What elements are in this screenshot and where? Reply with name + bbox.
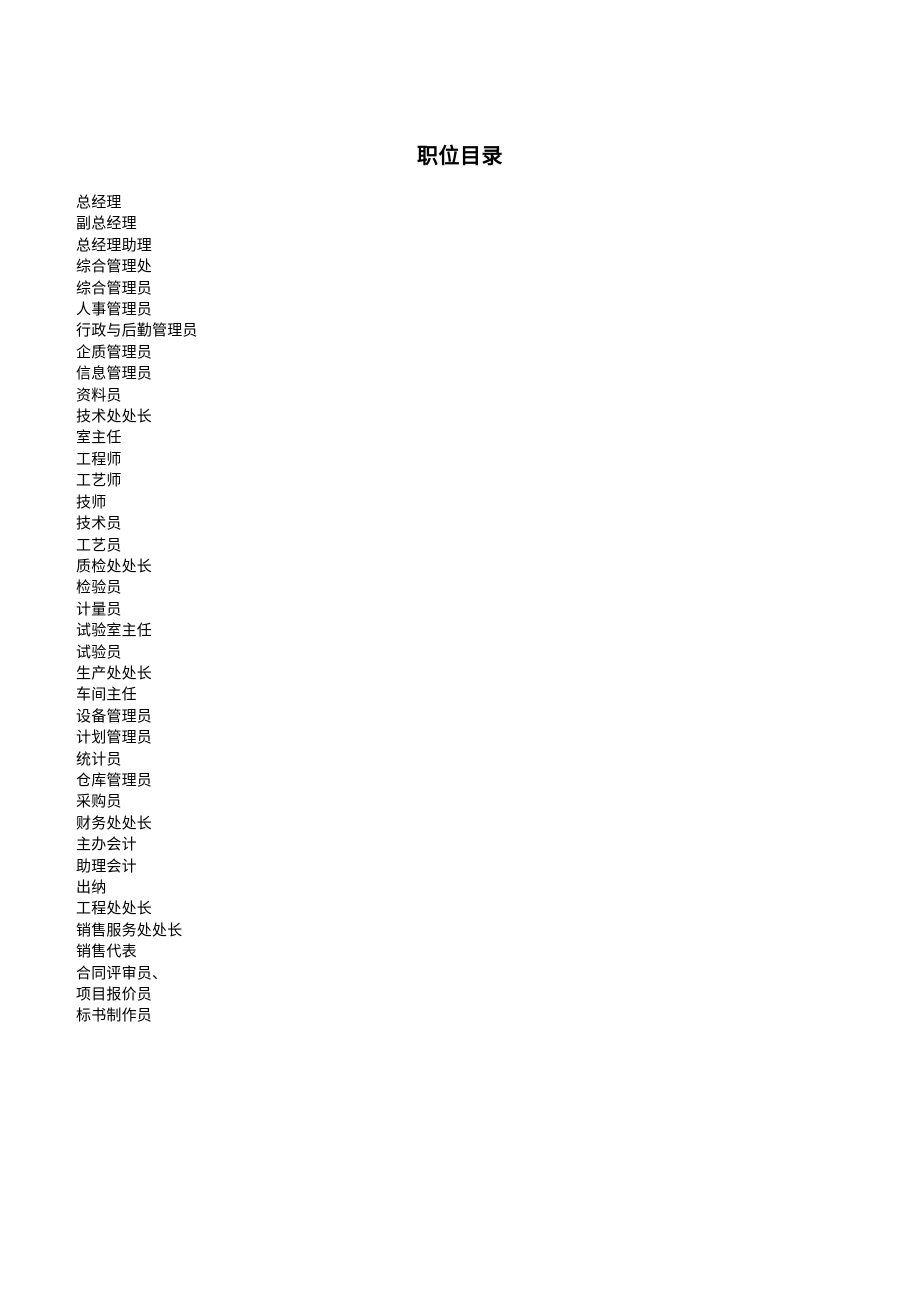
list-item: 总经理 — [76, 193, 122, 211]
list-item: 人事管理员 — [76, 300, 153, 319]
list-item: 检验员 — [76, 578, 122, 597]
list-item: 质检处处长 — [76, 556, 153, 575]
list-item: 计划管理员 — [76, 728, 153, 747]
list-item: 主办会计 — [76, 835, 137, 854]
list-item: 销售代表 — [76, 942, 137, 961]
list-item: 销售服务处处长 — [76, 920, 183, 939]
list-item: 项目报价员 — [76, 985, 153, 1004]
list-item: 设备管理员 — [76, 706, 153, 725]
list-item: 副总经理 — [76, 214, 137, 233]
list-item: 标书制作员 — [76, 1006, 153, 1025]
list-item: 室主任 — [76, 428, 122, 447]
list-item: 企质管理员 — [76, 342, 153, 361]
list-item: 试验室主任 — [76, 621, 153, 640]
list-item: 车间主任 — [76, 685, 137, 704]
list-item: 技师 — [76, 492, 107, 511]
list-item: 计量员 — [76, 599, 122, 618]
list-item: 工艺师 — [76, 471, 122, 490]
list-item: 资料员 — [76, 385, 122, 404]
list-item: 采购员 — [76, 792, 122, 811]
list-item: 合同评审员、 — [76, 963, 168, 982]
document-page: 职位目录 总经理副总经理总经理助理综合管理处综合管理员人事管理员行政与后勤管理员… — [0, 0, 920, 1302]
page-title: 职位目录 — [417, 143, 503, 169]
list-item: 信息管理员 — [76, 364, 153, 383]
list-item: 出纳 — [76, 878, 107, 896]
list-item: 行政与后勤管理员 — [76, 321, 198, 340]
list-item: 总经理助理 — [76, 235, 153, 254]
list-item: 助理会计 — [76, 856, 137, 875]
list-item: 技术员 — [76, 514, 122, 533]
list-item: 综合管理员 — [76, 278, 153, 297]
list-item: 技术处处长 — [76, 407, 153, 426]
list-item: 工艺员 — [76, 535, 122, 554]
position-list: 总经理副总经理总经理助理综合管理处综合管理员人事管理员行政与后勤管理员 企质管理员… — [76, 192, 676, 1027]
list-item: 生产处处长 — [76, 663, 153, 682]
list-item: 试验员 — [76, 642, 122, 661]
list-item: 财务处处长 — [76, 813, 153, 832]
list-item: 工程处处长 — [76, 899, 153, 918]
list-item: 综合管理处 — [76, 257, 153, 276]
list-item: 统计员 — [76, 749, 122, 768]
list-item: 工程师 — [76, 449, 122, 468]
list-item: 仓库管理员 — [76, 770, 153, 789]
